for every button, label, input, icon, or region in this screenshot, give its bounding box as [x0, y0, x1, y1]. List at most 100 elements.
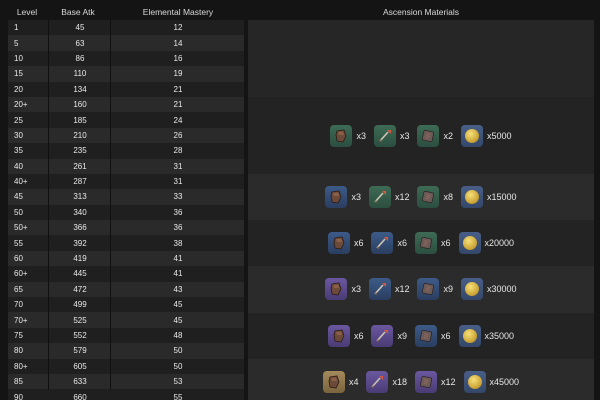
table-row: 55 392 38 — [8, 235, 244, 251]
table-row: 50+ 366 36 — [8, 220, 244, 236]
level-cell: 60+ — [14, 269, 28, 279]
material-item: x3 — [330, 124, 366, 147]
material-item: x6 — [414, 232, 451, 255]
base-atk-cell: 86 — [75, 53, 85, 63]
tablet-icon — [414, 370, 437, 393]
table-row: 65 472 43 — [8, 281, 244, 298]
material-item: x6 — [371, 232, 407, 255]
level-cell: 60 — [14, 254, 23, 264]
base-atk-cell: 472 — [73, 284, 87, 294]
base-atk-cell: 605 — [73, 361, 87, 371]
material-item: x20000 — [458, 232, 515, 255]
table-row: 80+ 605 50 — [8, 358, 244, 374]
chunk-icon — [325, 278, 348, 301]
material-quantity: x15000 — [487, 192, 517, 203]
material-item: x6 — [414, 324, 451, 347]
ascension-block: x4 x18 x12 x45000 — [248, 358, 594, 400]
column-divider — [48, 20, 49, 390]
material-quantity: x9 — [397, 330, 407, 341]
material-item: x15000 — [461, 186, 517, 209]
base-atk-cell: 63 — [75, 38, 85, 48]
arrowhead-icon — [368, 278, 391, 301]
elemental-mastery-cell: 31 — [173, 161, 183, 171]
base-atk-cell: 185 — [73, 115, 87, 125]
base-atk-cell: 261 — [73, 161, 87, 171]
level-cell: 80+ — [14, 361, 28, 371]
tablet-icon — [417, 186, 440, 209]
level-cell: 55 — [14, 238, 23, 248]
base-atk-cell: 287 — [73, 177, 87, 187]
chunk-icon — [327, 324, 350, 347]
material-item: x9 — [371, 324, 407, 347]
base-atk-cell: 633 — [73, 377, 87, 387]
material-quantity: x2 — [443, 130, 453, 141]
table-row: 20 134 21 — [8, 81, 244, 97]
material-quantity: x3 — [351, 284, 361, 295]
material-quantity: x20000 — [484, 238, 515, 249]
level-cell: 1 — [14, 23, 19, 33]
elemental-mastery-cell: 33 — [173, 192, 183, 202]
level-cell: 70 — [14, 300, 23, 310]
elemental-mastery-cell: 24 — [173, 115, 183, 125]
level-cell: 70+ — [14, 315, 28, 325]
level-cell: 50 — [14, 207, 23, 217]
ascension-block: x3 x12 x9 x30000 — [248, 266, 594, 313]
base-atk-cell: 134 — [73, 84, 87, 94]
header-base-atk: Base Atk — [61, 7, 95, 17]
header-ascension-materials: Ascension Materials — [382, 7, 460, 17]
material-item: x18 — [366, 370, 407, 393]
chunk-icon — [325, 186, 348, 209]
chunk-icon — [330, 124, 353, 147]
tablet-icon — [417, 124, 440, 147]
material-quantity: x3 — [356, 130, 366, 141]
material-item: x9 — [417, 278, 453, 301]
material-item: x6 — [327, 232, 363, 255]
level-cell: 85 — [14, 377, 23, 387]
level-cell: 65 — [14, 284, 23, 294]
material-item: x4 — [322, 370, 358, 393]
base-atk-cell: 419 — [73, 254, 87, 264]
level-cell: 15 — [14, 69, 23, 79]
table-row: 30 210 26 — [8, 127, 244, 144]
arrowhead-icon — [366, 370, 389, 393]
material-quantity: x3 — [351, 192, 361, 203]
level-cell: 80 — [14, 346, 23, 356]
level-cell: 35 — [14, 146, 23, 156]
table-row: 45 313 33 — [8, 189, 244, 205]
mora-coin-icon — [458, 232, 481, 255]
base-atk-cell: 366 — [73, 223, 87, 233]
level-cell: 45 — [14, 192, 23, 202]
elemental-mastery-cell: 14 — [173, 38, 183, 48]
base-atk-cell: 579 — [73, 346, 87, 356]
table-row: 50 340 36 — [8, 204, 244, 221]
base-atk-cell: 235 — [73, 146, 87, 156]
level-cell: 50+ — [14, 223, 28, 233]
elemental-mastery-cell: 21 — [173, 100, 183, 110]
material-quantity: x9 — [443, 284, 453, 295]
base-atk-cell: 45 — [75, 23, 85, 33]
mora-coin-icon — [458, 324, 481, 347]
elemental-mastery-cell: 50 — [173, 361, 183, 371]
elemental-mastery-cell: 41 — [173, 254, 183, 264]
base-atk-cell: 445 — [73, 269, 87, 279]
table-row: 40+ 287 31 — [8, 173, 244, 190]
column-divider — [110, 20, 111, 390]
mora-coin-icon — [461, 124, 483, 147]
table-row: 85 633 53 — [8, 373, 244, 390]
level-cell: 20 — [14, 84, 23, 94]
table-row: 15 110 19 — [8, 66, 244, 82]
base-atk-cell: 340 — [73, 207, 87, 217]
level-cell: 40+ — [14, 177, 28, 187]
base-atk-cell: 313 — [73, 192, 87, 202]
material-item: x3 — [325, 186, 361, 209]
material-item: x35000 — [458, 324, 515, 347]
material-item: x6 — [327, 324, 363, 347]
ascension-empty-block — [248, 20, 594, 97]
table-row: 60+ 445 41 — [8, 266, 244, 282]
material-item: x45000 — [463, 370, 519, 393]
material-quantity: x35000 — [484, 330, 515, 341]
table-row: 70+ 525 45 — [8, 312, 244, 328]
base-atk-cell: 210 — [73, 130, 87, 140]
ascension-block: x6 x9 x6 x35000 — [248, 312, 594, 359]
material-item: x12 — [368, 186, 409, 209]
